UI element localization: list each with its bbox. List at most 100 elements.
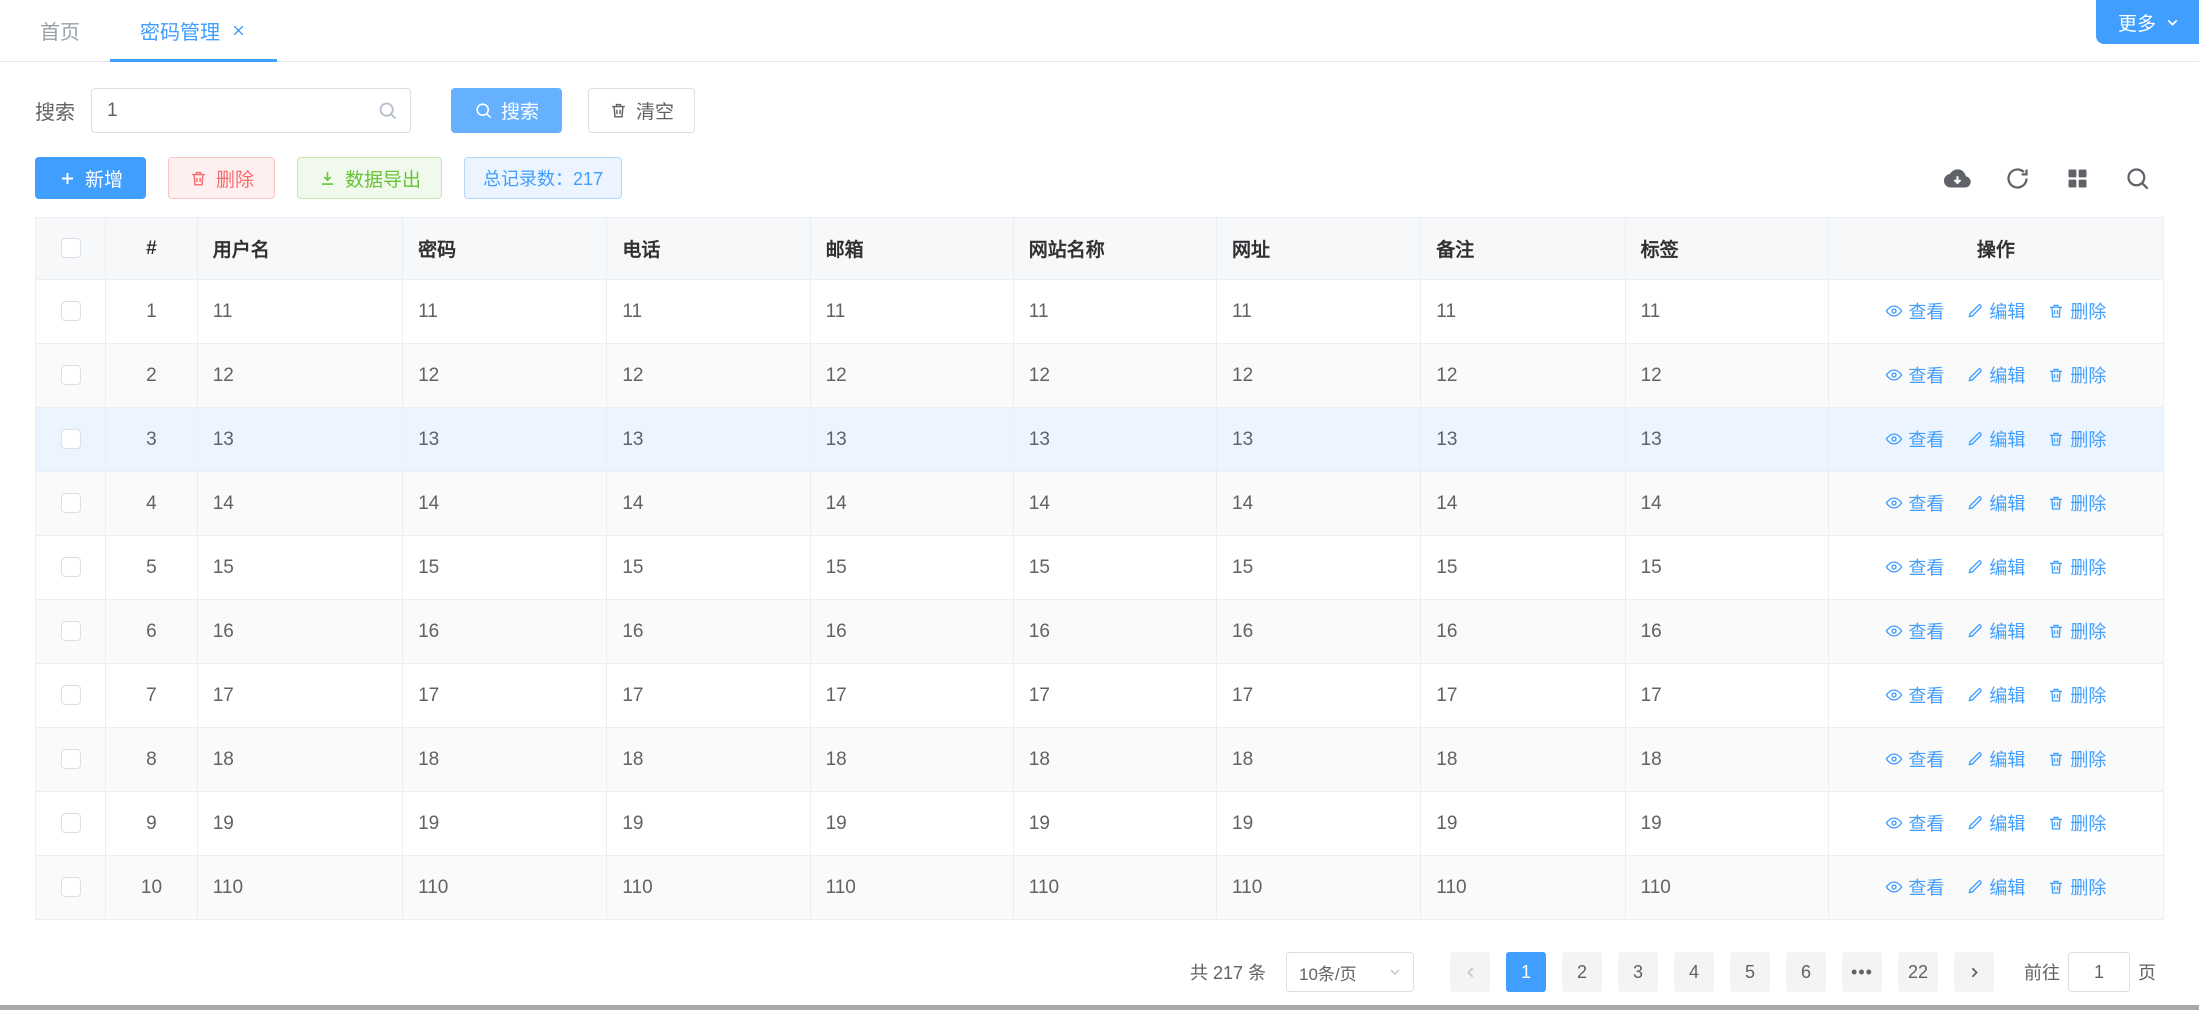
view-link[interactable]: 查看: [1885, 554, 1944, 580]
download-icon: [318, 169, 337, 188]
row-cell: 17: [1421, 664, 1625, 728]
delete-link[interactable]: 删除: [2047, 362, 2106, 388]
edit-link[interactable]: 编辑: [1966, 554, 2025, 580]
page-button-5[interactable]: 5: [1730, 952, 1770, 992]
delete-button-label: 删除: [216, 165, 254, 192]
row-check-cell: [36, 472, 106, 536]
delete-link[interactable]: 删除: [2047, 298, 2106, 324]
row-actions: 查看编辑删除: [1828, 792, 2163, 856]
edit-link[interactable]: 编辑: [1966, 746, 2025, 772]
row-cell: 16: [1217, 600, 1421, 664]
row-actions: 查看编辑删除: [1828, 344, 2163, 408]
goto-page-input[interactable]: [2068, 952, 2130, 992]
refresh-button[interactable]: [2004, 163, 2034, 193]
row-checkbox[interactable]: [61, 877, 81, 897]
delete-link[interactable]: 删除: [2047, 554, 2106, 580]
close-icon[interactable]: [230, 22, 247, 39]
tab-home[interactable]: 首页: [10, 0, 110, 61]
view-link[interactable]: 查看: [1885, 362, 1944, 388]
row-checkbox[interactable]: [61, 365, 81, 385]
search-button[interactable]: 搜索: [451, 88, 562, 133]
edit-link[interactable]: 编辑: [1966, 618, 2025, 644]
next-page-button[interactable]: [1954, 952, 1994, 992]
select-all-checkbox[interactable]: [61, 238, 81, 258]
edit-link[interactable]: 编辑: [1966, 490, 2025, 516]
search-input[interactable]: [91, 88, 411, 133]
page-button-4[interactable]: 4: [1674, 952, 1714, 992]
delete-link[interactable]: 删除: [2047, 618, 2106, 644]
row-cell: 18: [1625, 728, 1828, 792]
view-link[interactable]: 查看: [1885, 746, 1944, 772]
delete-link[interactable]: 删除: [2047, 682, 2106, 708]
search-toggle-button[interactable]: [2124, 163, 2154, 193]
prev-page-button[interactable]: [1450, 952, 1490, 992]
trash-icon: [2047, 558, 2065, 576]
view-link[interactable]: 查看: [1885, 490, 1944, 516]
pages-more-button[interactable]: •••: [1842, 952, 1882, 992]
table-header-row: #用户名密码电话邮箱网站名称网址备注标签操作: [36, 218, 2164, 280]
view-link[interactable]: 查看: [1885, 682, 1944, 708]
edit-pen-icon: [1966, 558, 1984, 576]
row-checkbox[interactable]: [61, 557, 81, 577]
row-checkbox[interactable]: [61, 621, 81, 641]
row-check-cell: [36, 408, 106, 472]
delete-button[interactable]: 删除: [168, 157, 275, 199]
row-checkbox[interactable]: [61, 493, 81, 513]
edit-link[interactable]: 编辑: [1966, 874, 2025, 900]
more-button[interactable]: 更多: [2096, 0, 2199, 44]
view-link[interactable]: 查看: [1885, 618, 1944, 644]
row-checkbox[interactable]: [61, 429, 81, 449]
tab-password-management[interactable]: 密码管理: [110, 0, 277, 61]
table-row: 61616161616161616查看编辑删除: [36, 600, 2164, 664]
delete-link[interactable]: 删除: [2047, 426, 2106, 452]
edit-link[interactable]: 编辑: [1966, 362, 2025, 388]
view-link[interactable]: 查看: [1885, 426, 1944, 452]
page-button-6[interactable]: 6: [1786, 952, 1826, 992]
row-checkbox[interactable]: [61, 685, 81, 705]
view-link[interactable]: 查看: [1885, 810, 1944, 836]
edit-pen-icon: [1966, 878, 1984, 896]
column-settings-button[interactable]: [2064, 163, 2094, 193]
page-button-3[interactable]: 3: [1618, 952, 1658, 992]
chevron-down-icon: [2164, 14, 2181, 31]
column-header-9: 标签: [1625, 218, 1828, 280]
row-checkbox[interactable]: [61, 813, 81, 833]
row-cell: 15: [1217, 536, 1421, 600]
row-cell: 13: [1625, 408, 1828, 472]
delete-link[interactable]: 删除: [2047, 490, 2106, 516]
clear-button[interactable]: 清空: [588, 88, 695, 133]
cloud-export-button[interactable]: [1944, 163, 1974, 193]
row-check-cell: [36, 664, 106, 728]
page-button-1[interactable]: 1: [1506, 952, 1546, 992]
view-link[interactable]: 查看: [1885, 874, 1944, 900]
edit-link[interactable]: 编辑: [1966, 426, 2025, 452]
page-button-2[interactable]: 2: [1562, 952, 1602, 992]
eye-icon: [1885, 750, 1903, 768]
delete-link[interactable]: 删除: [2047, 810, 2106, 836]
edit-link[interactable]: 编辑: [1966, 810, 2025, 836]
row-cell: 18: [403, 728, 607, 792]
edit-link[interactable]: 编辑: [1966, 298, 2025, 324]
add-button[interactable]: 新增: [35, 157, 146, 199]
delete-link[interactable]: 删除: [2047, 746, 2106, 772]
row-check-cell: [36, 792, 106, 856]
page-button-22[interactable]: 22: [1898, 952, 1938, 992]
view-link[interactable]: 查看: [1885, 298, 1944, 324]
row-cell: 14: [403, 472, 607, 536]
edit-link[interactable]: 编辑: [1966, 682, 2025, 708]
page-size-select[interactable]: 10条/页: [1286, 952, 1414, 992]
row-checkbox[interactable]: [61, 749, 81, 769]
row-cell: 18: [810, 728, 1013, 792]
column-header-3: 密码: [403, 218, 607, 280]
row-check-cell: [36, 856, 106, 920]
row-cell: 18: [197, 728, 402, 792]
row-actions: 查看编辑删除: [1828, 664, 2163, 728]
row-checkbox[interactable]: [61, 301, 81, 321]
row-cell: 18: [607, 728, 810, 792]
row-cell: 11: [1217, 280, 1421, 344]
export-button[interactable]: 数据导出: [297, 157, 442, 199]
row-cell: 110: [810, 856, 1013, 920]
row-cell: 15: [403, 536, 607, 600]
delete-link[interactable]: 删除: [2047, 874, 2106, 900]
row-cell: 13: [1013, 408, 1216, 472]
